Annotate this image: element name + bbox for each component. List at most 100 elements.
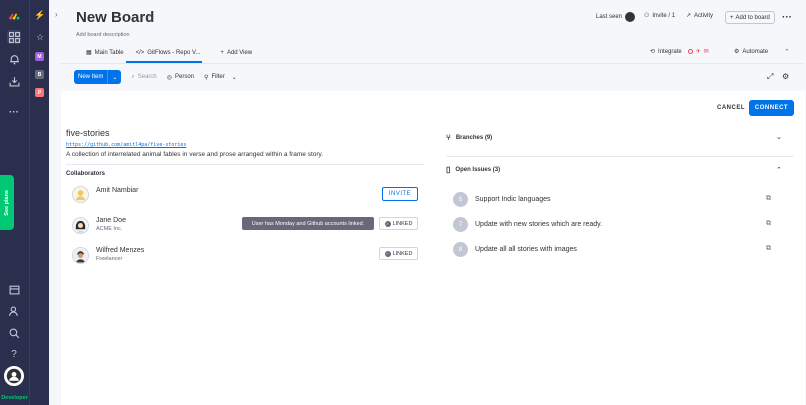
board-description[interactable]: Add board description: [76, 32, 130, 38]
collaborator-row: Amit Nambiar: [72, 186, 138, 203]
board-title[interactable]: New Board: [76, 9, 154, 26]
filter-button[interactable]: ⚲ Filter ⌄: [204, 74, 237, 81]
external-link-icon[interactable]: ⧉: [766, 195, 771, 203]
more-icon[interactable]: ···: [7, 105, 21, 119]
see-plans-button[interactable]: See plans: [0, 175, 14, 230]
integrate-button[interactable]: ⟲ Integrate ✈ ✉: [650, 48, 709, 56]
code-icon: </>: [135, 49, 145, 56]
workspace-m[interactable]: M: [35, 52, 44, 61]
issue-row[interactable]: 5 Support Indic languages: [453, 192, 551, 207]
cancel-button[interactable]: CANCEL: [717, 105, 745, 111]
linked-label: LINKED: [392, 250, 413, 257]
add-view-button[interactable]: + Add View: [214, 46, 258, 59]
activity-icon: ↗: [686, 13, 692, 19]
integrate-label: Integrate: [658, 48, 682, 55]
tab-gitflows[interactable]: </> GitFlows - Repo V...: [130, 46, 207, 59]
repo-url-link[interactable]: https://github.com/amitl4pa/five-stories: [66, 142, 186, 148]
search-button[interactable]: ⌕ Search: [131, 74, 156, 81]
divider: [60, 63, 804, 64]
document-icon: ▯: [446, 165, 451, 174]
branches-header[interactable]: ⑂ Branches (9): [446, 133, 492, 142]
gitflows-panel: [61, 91, 805, 405]
tab-label: GitFlows - Repo V...: [147, 49, 201, 56]
integrate-icon: ⟲: [650, 49, 656, 55]
help-icon[interactable]: ?: [7, 347, 21, 361]
gear-icon[interactable]: ⚙: [782, 72, 789, 81]
collaborator-name: Wilfred Menzes: [96, 247, 145, 254]
collaborator-org: ACME Inc.: [96, 226, 123, 232]
invite-label: Invite / 1: [652, 12, 676, 19]
plus-icon: +: [220, 49, 224, 56]
chevron-up-icon[interactable]: ⌃: [776, 166, 782, 174]
divider: [66, 164, 424, 165]
person-icon: ⚇: [644, 13, 650, 19]
check-icon: ✓: [384, 250, 391, 257]
gmail-icon: ✉: [703, 49, 709, 55]
grid-icon[interactable]: [7, 30, 21, 44]
linked-badge[interactable]: ✓ LINKED: [379, 247, 418, 260]
check-icon: ✓: [384, 220, 391, 227]
workspace-p[interactable]: P: [35, 88, 44, 97]
more-options-icon[interactable]: ···: [782, 12, 792, 23]
tab-main-table[interactable]: ▦ Main Table: [80, 46, 130, 59]
chevron-down-icon: ⌄: [231, 74, 237, 81]
new-item-button[interactable]: New Item ⌄: [74, 70, 122, 84]
calendar-icon[interactable]: [7, 282, 21, 296]
chevron-down-icon[interactable]: ⌄: [107, 70, 121, 84]
person-icon: ◎: [166, 74, 173, 81]
divider: [446, 156, 794, 157]
branch-icon: ⑂: [446, 133, 451, 142]
invite-button[interactable]: ⚇ Invite / 1: [644, 12, 676, 20]
search-label: Search: [137, 74, 157, 80]
issue-row[interactable]: 7 Update with new stories which are read…: [453, 217, 602, 232]
external-link-icon[interactable]: ⧉: [766, 220, 771, 228]
search-icon[interactable]: [7, 326, 21, 340]
collaborator-org: Freelancer: [96, 256, 123, 262]
workspace-b[interactable]: B: [35, 70, 44, 79]
invite-collaborator-button[interactable]: INVITE: [382, 187, 418, 201]
issue-title: Update all all stories with images: [475, 246, 577, 253]
person-filter-button[interactable]: ◎ Person: [167, 74, 194, 81]
filter-label: Filter: [211, 74, 225, 80]
activity-label: Activity: [694, 12, 714, 19]
star-icon[interactable]: ☆: [145, 12, 155, 25]
issue-title: Update with new stories which are ready.: [475, 221, 603, 228]
new-item-label: New Item: [78, 74, 104, 80]
expand-icon[interactable]: ⚡: [34, 9, 46, 21]
monday-logo-icon[interactable]: [7, 9, 21, 23]
issue-row[interactable]: 8 Update all all stories with images: [453, 242, 577, 257]
issue-number: 7: [453, 217, 468, 232]
chevron-up-icon[interactable]: ⌃: [784, 48, 790, 56]
fullscreen-icon[interactable]: ⤢: [767, 72, 773, 82]
linked-tooltip: User has Monday and Github accounts link…: [242, 217, 374, 230]
automate-label: Automate: [742, 48, 769, 55]
add-to-board-button[interactable]: + Add to board: [725, 11, 775, 24]
invite-members-icon[interactable]: [7, 304, 21, 318]
chevron-down-icon[interactable]: ⌄: [776, 133, 782, 141]
view-tabs: ▦ Main Table </> GitFlows - Repo V... + …: [80, 46, 258, 59]
inbox-icon[interactable]: [7, 74, 21, 88]
issue-title: Support Indic languages: [475, 196, 551, 203]
tab-label: Main Table: [94, 49, 124, 56]
favorites-star-icon[interactable]: ☆: [34, 31, 46, 43]
bell-icon[interactable]: [7, 52, 21, 66]
user-avatar[interactable]: [4, 366, 24, 386]
automate-button[interactable]: ⚙ Automate: [734, 48, 769, 56]
add-view-label: Add View: [226, 49, 253, 56]
filter-icon: ⚲: [204, 74, 209, 81]
chevron-right-icon[interactable]: ›: [55, 10, 58, 19]
repo-name: five-stories: [66, 128, 110, 138]
connect-button[interactable]: CONNECT: [749, 100, 794, 116]
activity-button[interactable]: ↗ Activity: [686, 12, 714, 20]
table-icon: ▦: [86, 50, 92, 56]
issue-number: 8: [453, 242, 468, 257]
linked-badge[interactable]: ✓ LINKED: [379, 217, 418, 230]
collaborator-name: Amit Nambiar: [96, 187, 139, 194]
last-seen[interactable]: Last seen: [596, 12, 636, 22]
collaborator-name: Jane Doe: [96, 217, 126, 224]
external-link-icon[interactable]: ⧉: [766, 245, 771, 253]
integration-app-icon: ✈: [695, 49, 701, 55]
integration-app-icon: [687, 49, 693, 54]
collaborator-row: Wilfred Menzes Freelancer: [72, 247, 144, 264]
open-issues-header[interactable]: ▯ Open Issues (3): [446, 165, 500, 174]
